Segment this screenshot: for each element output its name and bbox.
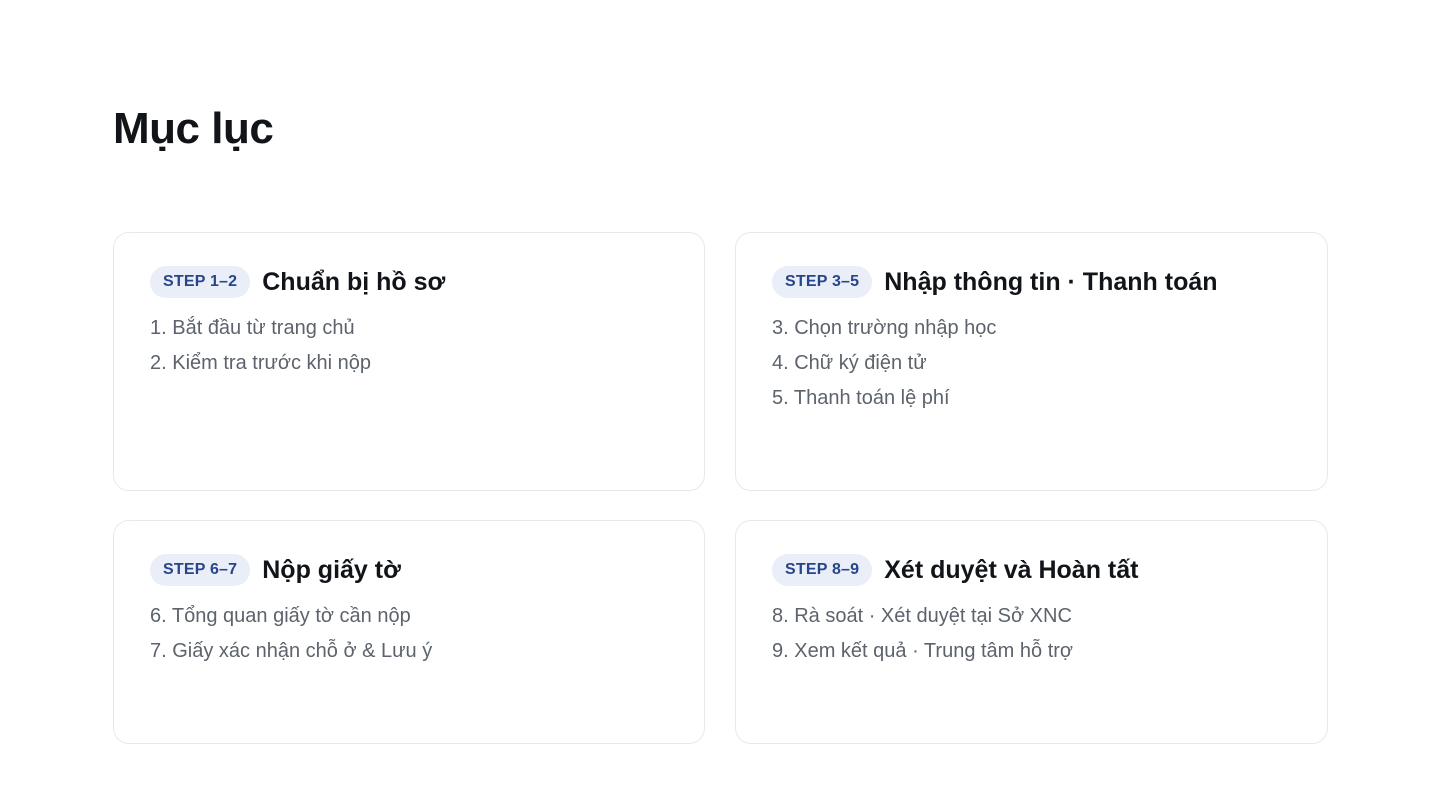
card-title: Nộp giấy tờ bbox=[262, 555, 401, 584]
toc-card-step-8-9[interactable]: STEP 8–9 Xét duyệt và Hoàn tất 8. Rà soá… bbox=[735, 520, 1328, 744]
card-title: Chuẩn bị hồ sơ bbox=[262, 267, 446, 296]
list-item[interactable]: 1. Bắt đầu từ trang chủ bbox=[150, 311, 668, 346]
list-item[interactable]: 2. Kiểm tra trước khi nộp bbox=[150, 346, 668, 381]
card-header: STEP 1–2 Chuẩn bị hồ sơ bbox=[150, 266, 668, 298]
list-item[interactable]: 5. Thanh toán lệ phí bbox=[772, 381, 1291, 416]
list-item[interactable]: 7. Giấy xác nhận chỗ ở & Lưu ý bbox=[150, 634, 668, 669]
card-item-list: 1. Bắt đầu từ trang chủ 2. Kiểm tra trướ… bbox=[150, 311, 668, 381]
card-item-list: 3. Chọn trường nhập học 4. Chữ ký điện t… bbox=[772, 311, 1291, 416]
card-item-list: 6. Tổng quan giấy tờ cần nộp 7. Giấy xác… bbox=[150, 599, 668, 669]
list-item[interactable]: 6. Tổng quan giấy tờ cần nộp bbox=[150, 599, 668, 634]
list-item[interactable]: 4. Chữ ký điện tử bbox=[772, 346, 1291, 381]
toc-card-step-1-2[interactable]: STEP 1–2 Chuẩn bị hồ sơ 1. Bắt đầu từ tr… bbox=[113, 232, 705, 491]
toc-card-step-6-7[interactable]: STEP 6–7 Nộp giấy tờ 6. Tổng quan giấy t… bbox=[113, 520, 705, 744]
card-title: Nhập thông tin · Thanh toán bbox=[884, 267, 1218, 296]
card-item-list: 8. Rà soát · Xét duyệt tại Sở XNC 9. Xem… bbox=[772, 599, 1291, 669]
toc-card-step-3-5[interactable]: STEP 3–5 Nhập thông tin · Thanh toán 3. … bbox=[735, 232, 1328, 491]
step-badge: STEP 1–2 bbox=[150, 266, 251, 298]
toc-page: Mục lục STEP 1–2 Chuẩn bị hồ sơ 1. Bắt đ… bbox=[0, 0, 1440, 810]
list-item[interactable]: 3. Chọn trường nhập học bbox=[772, 311, 1291, 346]
card-header: STEP 8–9 Xét duyệt và Hoàn tất bbox=[772, 554, 1291, 586]
page-title: Mục lục bbox=[113, 104, 274, 153]
list-item[interactable]: 9. Xem kết quả · Trung tâm hỗ trợ bbox=[772, 634, 1291, 669]
step-badge: STEP 8–9 bbox=[772, 554, 873, 586]
card-header: STEP 6–7 Nộp giấy tờ bbox=[150, 554, 668, 586]
card-header: STEP 3–5 Nhập thông tin · Thanh toán bbox=[772, 266, 1291, 298]
step-badge: STEP 3–5 bbox=[772, 266, 873, 298]
list-item[interactable]: 8. Rà soát · Xét duyệt tại Sở XNC bbox=[772, 599, 1291, 634]
card-title: Xét duyệt và Hoàn tất bbox=[884, 555, 1139, 584]
step-badge: STEP 6–7 bbox=[150, 554, 251, 586]
